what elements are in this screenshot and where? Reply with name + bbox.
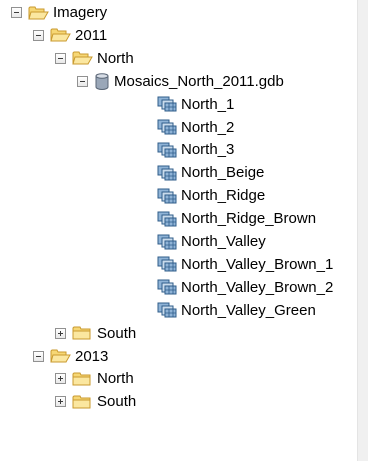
collapse-toggle[interactable]	[11, 7, 22, 18]
closed-folder-icon	[72, 371, 93, 387]
closed-folder-icon	[72, 325, 93, 341]
mosaic-dataset-icon	[157, 188, 177, 204]
tree-node[interactable]: Imagery	[11, 1, 107, 24]
tree-node-label: North	[97, 370, 134, 388]
open-folder-icon	[50, 27, 71, 43]
open-folder-icon	[72, 50, 93, 66]
collapse-toggle[interactable]	[77, 75, 88, 87]
tree-node-label: North_2	[181, 118, 235, 136]
tree-node-label: North_Valley_Green	[181, 301, 316, 319]
tree-node-label: North_Ridge	[181, 187, 266, 205]
tree-node[interactable]: 2013	[33, 345, 108, 368]
mosaic-dataset-icon	[157, 256, 177, 272]
tree-node-label: North_Beige	[181, 164, 265, 182]
tree-node-label: North_Valley	[181, 233, 266, 250]
tree-node-label: North	[97, 49, 134, 67]
vertical-scrollbar[interactable]	[357, 0, 368, 461]
expand-toggle[interactable]	[55, 373, 66, 385]
mosaic-dataset-icon	[157, 234, 177, 250]
tree-node[interactable]: North_Ridge	[157, 184, 265, 207]
mosaic-dataset-icon	[157, 142, 177, 158]
collapse-toggle[interactable]	[55, 52, 66, 64]
tree-node-label: North_Valley_Brown_2	[181, 278, 334, 296]
tree-node-label: Mosaics_North_2011.gdb	[114, 72, 284, 90]
tree-node[interactable]: North_2	[157, 116, 234, 139]
tree-node[interactable]: South	[55, 322, 136, 345]
tree-node-label: North_1	[181, 95, 235, 113]
tree-node-label: South	[97, 393, 137, 411]
expand-toggle[interactable]	[55, 396, 66, 408]
closed-folder-icon	[72, 394, 93, 410]
mosaic-dataset-icon	[157, 96, 177, 112]
mosaic-dataset-icon	[157, 279, 177, 295]
tree-node[interactable]: North	[55, 47, 134, 70]
tree-node[interactable]: North_Valley	[157, 230, 266, 253]
geodatabase-icon	[94, 72, 110, 90]
expand-toggle[interactable]	[55, 327, 66, 339]
tree-node-label: North_Valley_Brown_1	[181, 255, 334, 273]
tree-node-label: North_3	[181, 141, 235, 159]
mosaic-dataset-icon	[157, 119, 177, 135]
tree-node-label: 2013	[75, 347, 109, 365]
tree-node[interactable]: North	[55, 367, 134, 390]
catalog-tree: Imagery 2011 North Mosaics_North_2011.gdb No…	[0, 0, 356, 461]
tree-node[interactable]: North_Beige	[157, 161, 264, 184]
tree-node-label: North_Ridge_Brown	[181, 210, 317, 228]
mosaic-dataset-icon	[157, 302, 177, 318]
tree-node[interactable]: North_1	[157, 93, 234, 116]
tree-node[interactable]: North_Ridge_Brown	[157, 207, 316, 230]
collapse-toggle[interactable]	[33, 29, 44, 41]
tree-node[interactable]: South	[55, 390, 136, 413]
tree-node-label: South	[97, 324, 137, 342]
tree-node-label: 2011	[75, 26, 108, 44]
collapse-toggle[interactable]	[33, 350, 44, 362]
tree-node[interactable]: North_Valley_Brown_1	[157, 253, 333, 276]
tree-node[interactable]: North_Valley_Brown_2	[157, 276, 333, 299]
open-folder-icon	[50, 348, 71, 364]
tree-node-label: Imagery	[53, 4, 108, 21]
mosaic-dataset-icon	[157, 211, 177, 227]
tree-node[interactable]: North_3	[157, 138, 234, 161]
open-folder-icon	[28, 5, 49, 21]
tree-node[interactable]: North_Valley_Green	[157, 299, 316, 322]
mosaic-dataset-icon	[157, 165, 177, 181]
tree-node[interactable]: 2011	[33, 24, 107, 47]
tree-node[interactable]: Mosaics_North_2011.gdb	[77, 70, 284, 93]
